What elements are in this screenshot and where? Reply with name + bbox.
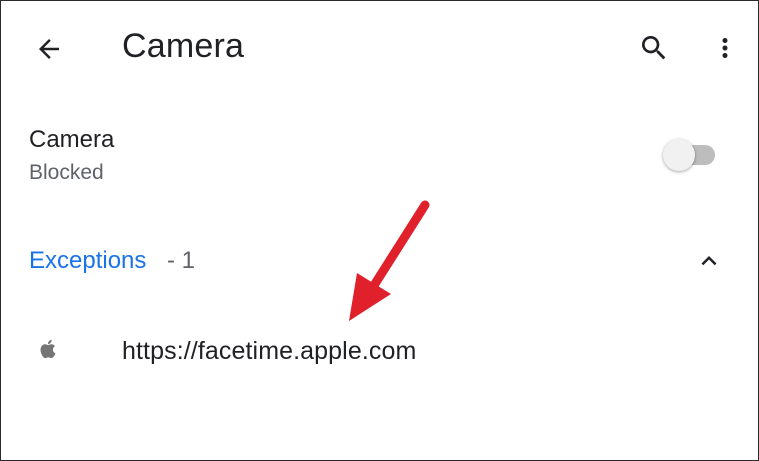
site-url: https://facetime.apple.com [122, 337, 417, 365]
more-vert-icon [722, 38, 728, 58]
toggle-thumb [663, 139, 695, 171]
camera-setting-row[interactable]: Camera Blocked [1, 111, 758, 201]
more-options-button[interactable] [710, 29, 740, 67]
app-bar: Camera [1, 1, 758, 93]
screen-frame: Camera Camera Blocked Exceptions - 1 htt… [0, 0, 759, 461]
site-exception-item[interactable]: https://facetime.apple.com [1, 323, 758, 381]
setting-status: Blocked [29, 161, 104, 184]
back-button[interactable] [31, 31, 67, 67]
exceptions-header[interactable]: Exceptions - 1 [1, 233, 758, 289]
page-title: Camera [122, 27, 245, 65]
search-icon [642, 36, 666, 60]
exceptions-label: Exceptions [29, 247, 147, 274]
exceptions-count: - 1 [167, 247, 196, 274]
chevron-up-icon[interactable] [693, 245, 725, 277]
apple-icon [40, 339, 56, 359]
search-button[interactable] [635, 29, 673, 67]
arrow-back-icon [39, 39, 59, 59]
camera-toggle-switch[interactable] [663, 139, 715, 171]
setting-title: Camera [29, 126, 115, 153]
